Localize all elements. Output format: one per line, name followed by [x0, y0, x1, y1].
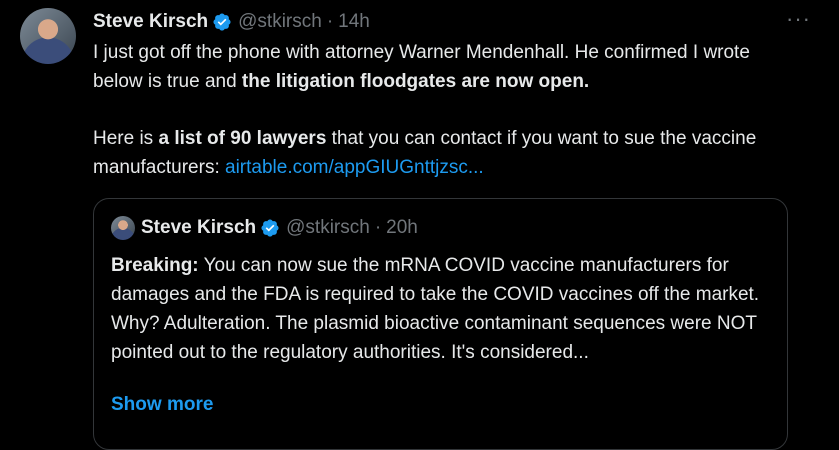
verified-badge-icon — [213, 13, 231, 31]
author-handle[interactable]: @stkirsch — [238, 11, 322, 33]
quoted-author-handle: @stkirsch — [286, 217, 370, 238]
airtable-link[interactable]: airtable.com/appGIUGnttjzsc... — [225, 157, 484, 178]
quoted-author-avatar — [111, 216, 135, 240]
tweet-header: Steve Kirsch @stkirsch · 14h — [93, 8, 370, 36]
tweet: Steve Kirsch @stkirsch · 14h ··· I just … — [0, 0, 839, 450]
para2-bold: a list of 90 lawyers — [158, 128, 327, 149]
quoted-tweet-header: Steve Kirsch @stkirsch · 20h — [111, 213, 418, 243]
tweet-time[interactable]: 14h — [338, 11, 370, 33]
header-separator: · — [326, 11, 334, 32]
tweet-paragraph-1: I just got off the phone with attorney W… — [93, 38, 803, 96]
quoted-author-name: Steve Kirsch — [141, 217, 257, 238]
para1-bold: the litigation floodgates are now open. — [241, 71, 590, 92]
tweet-paragraph-2: Here is a list of 90 lawyers that you ca… — [93, 124, 803, 182]
more-options-icon[interactable]: ··· — [786, 8, 811, 30]
quoted-tweet[interactable]: Steve Kirsch @stkirsch · 20h Breaking: Y… — [93, 198, 788, 450]
verified-badge-icon — [261, 219, 279, 237]
author-name[interactable]: Steve Kirsch — [93, 11, 208, 33]
quoted-bold-lead: Breaking: — [111, 255, 199, 276]
quoted-tweet-text: Breaking: You can now sue the mRNA COVID… — [111, 251, 776, 367]
show-more-link[interactable]: Show more — [111, 390, 213, 419]
para2-prefix: Here is — [93, 128, 159, 149]
quoted-tweet-time: 20h — [386, 217, 418, 238]
tweet-text: I just got off the phone with attorney W… — [93, 38, 803, 182]
quoted-header-separator: · — [374, 217, 382, 238]
author-avatar[interactable] — [20, 8, 76, 64]
quoted-body: You can now sue the mRNA COVID vaccine m… — [111, 255, 760, 363]
